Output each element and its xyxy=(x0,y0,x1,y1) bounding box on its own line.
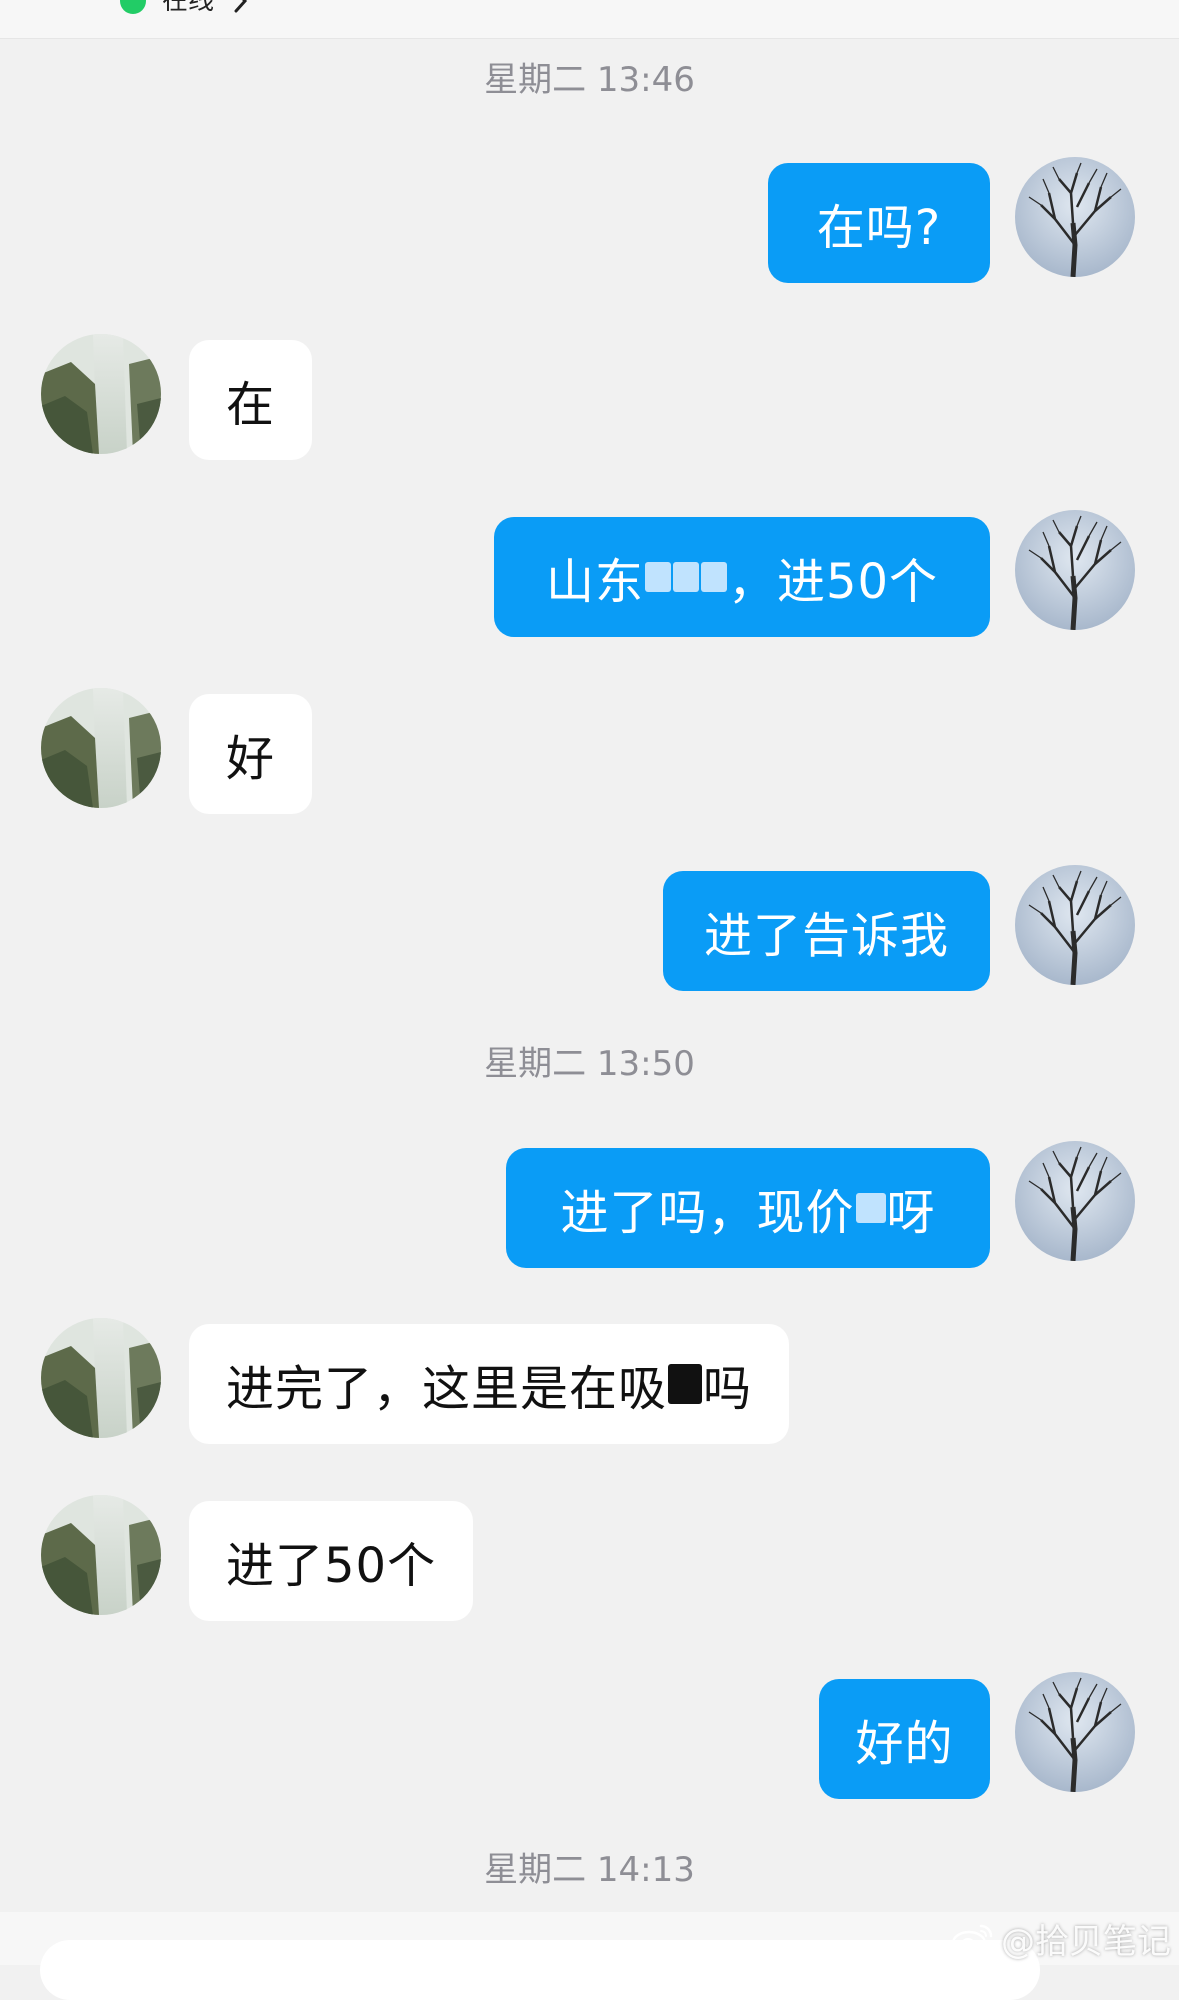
my-avatar[interactable] xyxy=(1015,1672,1135,1792)
message-bubble-incoming[interactable]: 好 xyxy=(189,694,313,814)
online-status-dot-icon xyxy=(120,0,146,14)
online-status-label[interactable]: 在线 xyxy=(162,0,214,16)
my-avatar[interactable] xyxy=(1015,510,1135,630)
message-bubble-incoming[interactable]: 在 xyxy=(189,340,313,460)
message-bubble-incoming[interactable]: 进了50个 xyxy=(189,1501,474,1621)
message-text-part: ，进50个 xyxy=(727,554,939,610)
message-bubble-outgoing[interactable]: 在吗? xyxy=(768,163,990,283)
redacted-text-mark xyxy=(644,562,671,592)
redacted-text-mark xyxy=(668,1364,703,1404)
message-text: 在 xyxy=(226,377,276,433)
watermark: @拾贝笔记 xyxy=(951,1914,1171,1963)
chat-header: 在线 xyxy=(0,0,1179,39)
my-avatar[interactable] xyxy=(1015,1141,1135,1261)
redacted-text-mark xyxy=(700,562,727,592)
contact-avatar[interactable] xyxy=(41,1495,161,1615)
contact-avatar[interactable] xyxy=(41,334,161,454)
message-text-part: 进了吗，现价 xyxy=(560,1185,855,1241)
message-text: 进了50个 xyxy=(226,1538,437,1594)
message-text-part: 山东 xyxy=(545,554,644,610)
message-timestamp: 星期二 14:13 xyxy=(484,1850,695,1890)
contact-avatar[interactable] xyxy=(41,688,161,808)
message-bubble-outgoing[interactable]: 进了告诉我 xyxy=(663,871,990,991)
message-bubble-incoming[interactable]: 进完了，这里是在吸 吗 xyxy=(189,1324,790,1444)
message-bubble-outgoing[interactable]: 进了吗，现价 呀 xyxy=(506,1148,990,1268)
message-text: 好 xyxy=(226,731,276,787)
message-text-part: 呀 xyxy=(886,1185,936,1241)
message-timestamp: 星期二 13:46 xyxy=(484,60,695,100)
message-bubble-outgoing[interactable]: 好的 xyxy=(819,1679,990,1799)
message-timestamp: 星期二 13:50 xyxy=(484,1044,695,1084)
watermark-text: @拾贝笔记 xyxy=(1001,1922,1171,1962)
weibo-icon xyxy=(951,1924,993,1955)
message-bubble-outgoing[interactable]: 山东 ，进50个 xyxy=(494,517,990,637)
chevron-right-icon[interactable] xyxy=(232,0,250,14)
my-avatar[interactable] xyxy=(1015,157,1135,277)
message-text-part: 吗 xyxy=(703,1361,753,1417)
message-text-part: 进完了，这里是在吸 xyxy=(226,1361,668,1417)
message-text: 好的 xyxy=(855,1716,954,1772)
redacted-text-mark xyxy=(855,1193,886,1223)
my-avatar[interactable] xyxy=(1015,865,1135,985)
contact-avatar[interactable] xyxy=(41,1318,161,1438)
redacted-text-mark xyxy=(672,562,699,592)
message-input[interactable] xyxy=(40,1940,1040,2000)
message-text: 在吗? xyxy=(816,200,942,256)
message-text: 进了告诉我 xyxy=(703,908,949,964)
